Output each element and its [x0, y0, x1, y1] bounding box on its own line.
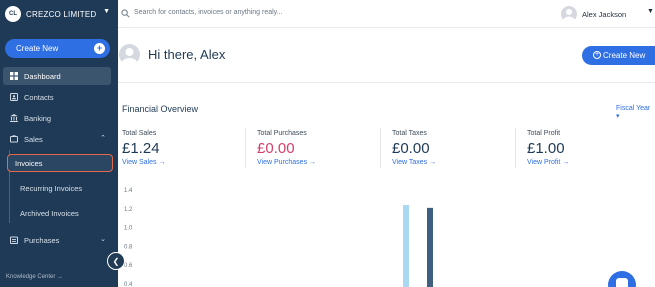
sidebar-item-label: Banking: [24, 113, 52, 123]
sidebar-subitem-recurring-invoices[interactable]: Recurring Invoices: [13, 179, 82, 197]
main-create-new-label: Create New: [603, 51, 646, 60]
view-taxes-link[interactable]: View Taxes →: [392, 159, 436, 166]
sales-icon: [10, 135, 18, 143]
caret-down-icon: ▼: [103, 8, 110, 15]
sidebar: CL CREZCO LIMITED ▼ Create New + Dashboa…: [0, 0, 118, 287]
collapse-sidebar-button[interactable]: ❮: [107, 252, 125, 270]
kpi-total-profit: Total Profit £1.00 View Profit →: [527, 126, 647, 170]
y-tick-label: 1.2: [124, 207, 133, 213]
sidebar-create-new-label: Create New: [16, 44, 59, 53]
chevron-up-icon: ⌃: [100, 135, 106, 142]
bank-icon: [10, 114, 18, 122]
sidebar-item-dashboard[interactable]: Dashboard: [3, 67, 111, 85]
kpi-value: £1.24: [122, 140, 160, 157]
sidebar-subitem-invoices[interactable]: Invoices: [7, 154, 113, 172]
kpi-separator: [380, 128, 381, 168]
contacts-icon: [10, 93, 18, 101]
sidebar-item-label: Sales: [24, 134, 43, 144]
y-tick-label: 1.4: [124, 188, 133, 194]
chat-icon: [616, 278, 628, 287]
knowledge-center-link[interactable]: Knowledge Center →: [6, 274, 63, 280]
y-tick-label: 0.8: [124, 244, 133, 250]
avatar-placeholder-icon: [121, 48, 138, 65]
purchases-icon: [10, 236, 18, 244]
view-sales-link[interactable]: View Sales →: [122, 159, 165, 166]
greeting-avatar: [119, 44, 140, 65]
financial-chart: 1.4 1.2 1.0 0.8 0.6 0.4: [124, 188, 433, 287]
kpi-total-sales: Total Sales £1.24 View Sales →: [122, 126, 242, 170]
search-icon: [121, 9, 130, 18]
company-logo: CL: [5, 6, 21, 22]
user-avatar[interactable]: [561, 6, 577, 22]
plus-icon: +: [94, 43, 105, 54]
chevron-down-icon: ⌄: [100, 236, 106, 243]
y-tick-label: 0.4: [124, 282, 133, 287]
sidebar-item-label: Contacts: [24, 92, 54, 102]
kpi-value: £1.00: [527, 140, 565, 157]
sidebar-item-label: Purchases: [24, 235, 60, 245]
view-purchases-link[interactable]: View Purchases →: [257, 159, 316, 166]
caret-down-icon[interactable]: ▼: [647, 8, 654, 15]
dashboard-icon: [10, 72, 18, 80]
company-switcher[interactable]: CL CREZCO LIMITED ▼: [5, 5, 113, 23]
y-tick-label: 1.0: [124, 226, 133, 232]
financial-overview-title: Financial Overview: [122, 104, 199, 114]
top-bar: Search for contacts, invoices or anythin…: [118, 0, 655, 28]
kpi-total-taxes: Total Taxes £0.00 View Taxes →: [392, 126, 512, 170]
avatar-placeholder-icon: [563, 9, 575, 22]
sidebar-item-contacts[interactable]: Contacts: [3, 88, 111, 106]
main-create-new-button[interactable]: + Create New: [582, 46, 655, 65]
sidebar-create-new-button[interactable]: Create New +: [5, 39, 110, 58]
kpi-separator: [245, 128, 246, 168]
company-name: CREZCO LIMITED: [26, 9, 97, 19]
search-input[interactable]: Search for contacts, invoices or anythin…: [134, 9, 283, 16]
kpi-label: Total Purchases: [257, 130, 307, 137]
sidebar-subitem-label: Recurring Invoices: [20, 183, 83, 193]
kpi-label: Total Sales: [122, 130, 157, 137]
chart-bar: [427, 207, 433, 287]
y-tick-label: 0.6: [124, 263, 133, 269]
plus-icon: +: [593, 51, 601, 59]
kpi-label: Total Profit: [527, 130, 561, 137]
sidebar-subitem-archived-invoices[interactable]: Archived Invoices: [13, 204, 79, 222]
fiscal-year-dropdown[interactable]: Fiscal Year ▾: [616, 105, 655, 120]
sidebar-item-sales[interactable]: Sales ⌃: [3, 130, 111, 148]
kpi-value: £0.00: [257, 140, 295, 157]
sidebar-item-label: Dashboard: [24, 71, 61, 81]
kpi-total-purchases: Total Purchases £0.00 View Purchases →: [257, 126, 377, 170]
user-name[interactable]: Alex Jackson: [582, 10, 626, 19]
sidebar-subitem-label: Archived Invoices: [20, 208, 79, 218]
kpi-separator: [515, 128, 516, 168]
kpi-label: Total Taxes: [392, 130, 427, 137]
chevron-left-icon: ❮: [112, 256, 120, 266]
chart-bar: [403, 205, 409, 287]
sidebar-item-banking[interactable]: Banking: [3, 109, 111, 127]
header-divider: [118, 82, 655, 83]
kpi-value: £0.00: [392, 140, 430, 157]
greeting-title: Hi there, Alex: [148, 47, 226, 62]
view-profit-link[interactable]: View Profit →: [527, 159, 569, 166]
sidebar-subitem-label: Invoices: [15, 158, 43, 168]
sidebar-item-purchases[interactable]: Purchases ⌄: [3, 231, 111, 249]
